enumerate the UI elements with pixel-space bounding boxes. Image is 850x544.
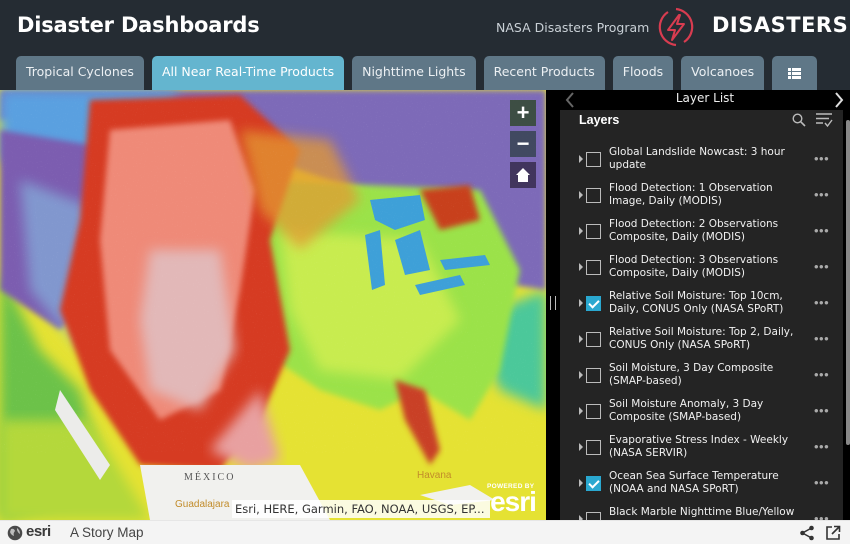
layer-visibility-checkbox[interactable] — [586, 188, 601, 203]
brand-wordmark: DISASTERS — [712, 13, 849, 37]
map-label-mexico: MÉXICO — [184, 472, 236, 483]
layer-list: Layers Global Landslide Nowcast: 3 hour … — [560, 110, 843, 520]
soil-moisture-map-layer — [0, 90, 546, 520]
layer-visibility-checkbox[interactable] — [586, 476, 601, 491]
layer-item: Evaporative Stress Index - Weekly (NASA … — [560, 430, 843, 466]
layer-item: Flood Detection: 1 Observation Image, Da… — [560, 178, 843, 214]
panel-splitter — [546, 90, 560, 520]
layer-visibility-checkbox[interactable] — [586, 152, 601, 167]
esri-globe-icon — [7, 525, 23, 541]
tab-list-menu[interactable] — [772, 56, 818, 90]
expand-caret-icon[interactable] — [579, 299, 583, 307]
layer-visibility-checkbox[interactable] — [586, 512, 601, 520]
layer-visibility-checkbox[interactable] — [586, 404, 601, 419]
tab-all-near-real-time-products[interactable]: All Near Real-Time Products — [151, 56, 345, 90]
expand-caret-icon[interactable] — [579, 191, 583, 199]
esri-logo[interactable]: esri — [26, 523, 51, 540]
external-link-icon[interactable] — [825, 525, 841, 541]
layer-visibility-checkbox[interactable] — [586, 296, 601, 311]
more-options-icon[interactable]: ••• — [814, 475, 829, 490]
layer-item: Flood Detection: 2 Observations Composit… — [560, 214, 843, 250]
more-options-icon[interactable]: ••• — [814, 223, 829, 238]
expand-caret-icon[interactable] — [579, 407, 583, 415]
layer-visibility-checkbox[interactable] — [586, 224, 601, 239]
home-button[interactable] — [510, 162, 536, 188]
header: Disaster Dashboards NASA Disasters Progr… — [0, 0, 850, 90]
tab-bar: Tropical Cyclones All Near Real-Time Pro… — [16, 56, 818, 90]
layer-name: Global Landslide Nowcast: 3 hour update — [609, 146, 785, 171]
map-label-guadalajara: Guadalajara — [175, 499, 230, 510]
layer-name: Relative Soil Moisture: Top 10cm, Daily,… — [609, 290, 784, 315]
tab-nighttime-lights[interactable]: Nighttime Lights — [352, 56, 476, 90]
tab-volcanoes[interactable]: Volcanoes — [681, 56, 765, 90]
more-options-icon[interactable]: ••• — [814, 331, 829, 346]
chevron-right-icon — [835, 92, 844, 108]
layer-visibility-checkbox[interactable] — [586, 332, 601, 347]
expand-caret-icon[interactable] — [579, 443, 583, 451]
layer-item: Ocean Sea Surface Temperature (NOAA and … — [560, 466, 843, 502]
app-title: Disaster Dashboards — [17, 13, 260, 37]
tab-recent-products[interactable]: Recent Products — [483, 56, 605, 90]
tab-floods[interactable]: Floods — [612, 56, 674, 90]
program-name: NASA Disasters Program — [496, 20, 650, 35]
tab-tropical-cyclones[interactable]: Tropical Cyclones — [16, 56, 144, 90]
map-label-havana: Havana — [417, 470, 452, 481]
layer-list-panel: Layers Global Landslide Nowcast: 3 hour … — [560, 110, 850, 520]
lightning-bolt-circle-icon — [658, 7, 694, 47]
zoom-out-button[interactable]: − — [510, 131, 536, 157]
layer-item: Flood Detection: 3 Observations Composit… — [560, 250, 843, 286]
more-options-icon[interactable]: ••• — [814, 367, 829, 382]
map-attribution[interactable]: Esri, HERE, Garmin, FAO, NOAA, USGS, EP.… — [232, 500, 491, 518]
expand-caret-icon[interactable] — [579, 227, 583, 235]
share-icon[interactable] — [799, 525, 815, 541]
expand-caret-icon[interactable] — [579, 335, 583, 343]
expand-caret-icon[interactable] — [579, 479, 583, 487]
map-view[interactable]: + − MÉXICO Guadalajara Havana Esri, HERE… — [0, 90, 546, 520]
footer-bar: esri A Story Map — [0, 520, 850, 544]
splitter-handle[interactable] — [550, 296, 556, 310]
layer-name: Flood Detection: 2 Observations Composit… — [609, 218, 779, 243]
zoom-in-button[interactable]: + — [510, 100, 536, 126]
layer-list-scrollbar[interactable] — [846, 120, 850, 445]
more-options-icon[interactable]: ••• — [814, 439, 829, 454]
layer-name: Black Marble Nighttime Blue/Yellow — [609, 506, 795, 518]
layer-name: Flood Detection: 3 Observations Composit… — [609, 254, 779, 279]
layer-item: Relative Soil Moisture: Top 2, Daily, CO… — [560, 322, 843, 358]
layer-item: Soil Moisture Anomaly, 3 Day Composite (… — [560, 394, 843, 430]
search-icon[interactable] — [792, 113, 806, 127]
expand-caret-icon[interactable] — [579, 263, 583, 271]
layer-visibility-checkbox[interactable] — [586, 440, 601, 455]
layer-item: Black Marble Nighttime Blue/Yellow ••• — [560, 502, 843, 520]
panel-header: Layer List — [560, 90, 850, 110]
list-menu-icon — [788, 67, 802, 79]
more-options-icon[interactable]: ••• — [814, 259, 829, 274]
more-options-icon[interactable]: ••• — [814, 511, 829, 520]
layer-visibility-checkbox[interactable] — [586, 368, 601, 383]
more-options-icon[interactable]: ••• — [814, 151, 829, 166]
layer-item: Global Landslide Nowcast: 3 hour update … — [560, 142, 843, 178]
home-icon — [516, 168, 530, 182]
layer-name: Ocean Sea Surface Temperature (NOAA and … — [609, 470, 779, 495]
layer-visibility-checkbox[interactable] — [586, 260, 601, 275]
expand-caret-icon[interactable] — [579, 371, 583, 379]
layers-heading: Layers — [579, 113, 620, 127]
layer-name: Evaporative Stress Index - Weekly (NASA … — [609, 434, 789, 459]
layer-item: Relative Soil Moisture: Top 10cm, Daily,… — [560, 286, 843, 322]
layer-name: Soil Moisture Anomaly, 3 Day Composite (… — [609, 398, 764, 423]
layer-item: Soil Moisture, 3 Day Composite (SMAP-bas… — [560, 358, 843, 394]
story-map-label[interactable]: A Story Map — [70, 525, 144, 540]
more-options-icon[interactable]: ••• — [814, 403, 829, 418]
panel-title: Layer List — [675, 91, 735, 105]
esri-wordmark: esri — [490, 486, 537, 517]
layer-name: Flood Detection: 1 Observation Image, Da… — [609, 182, 773, 207]
layer-name: Relative Soil Moisture: Top 2, Daily, CO… — [609, 326, 794, 351]
more-options-icon[interactable]: ••• — [814, 187, 829, 202]
more-options-icon[interactable]: ••• — [814, 295, 829, 310]
layer-name: Soil Moisture, 3 Day Composite (SMAP-bas… — [609, 362, 774, 387]
filter-list-icon[interactable] — [815, 112, 833, 128]
powered-by-esri-logo[interactable]: POWERED BY esri — [484, 483, 542, 517]
expand-caret-icon[interactable] — [579, 155, 583, 163]
